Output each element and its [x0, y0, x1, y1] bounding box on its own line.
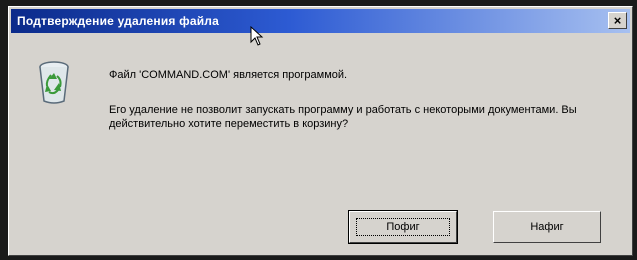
yes-button[interactable]: Пофиг: [348, 210, 458, 244]
recycle-bin-icon: [39, 61, 69, 104]
mouse-cursor-icon: [250, 26, 264, 46]
delete-warning-message: Его удаление не позволит запускать прогр…: [109, 104, 577, 130]
file-type-message: Файл 'COMMAND.COM' является программой.: [109, 69, 348, 81]
no-button[interactable]: Нафиг: [493, 211, 601, 243]
title-bar[interactable]: Подтверждение удаления файла ×: [11, 9, 630, 33]
close-button[interactable]: ×: [608, 12, 627, 29]
close-icon: ×: [613, 13, 622, 28]
no-button-label: Нафиг: [530, 221, 564, 233]
confirm-delete-dialog: Подтверждение удаления файла × Файл 'COM…: [8, 6, 633, 256]
focus-rectangle: [356, 218, 450, 236]
dialog-title: Подтверждение удаления файла: [17, 14, 220, 28]
